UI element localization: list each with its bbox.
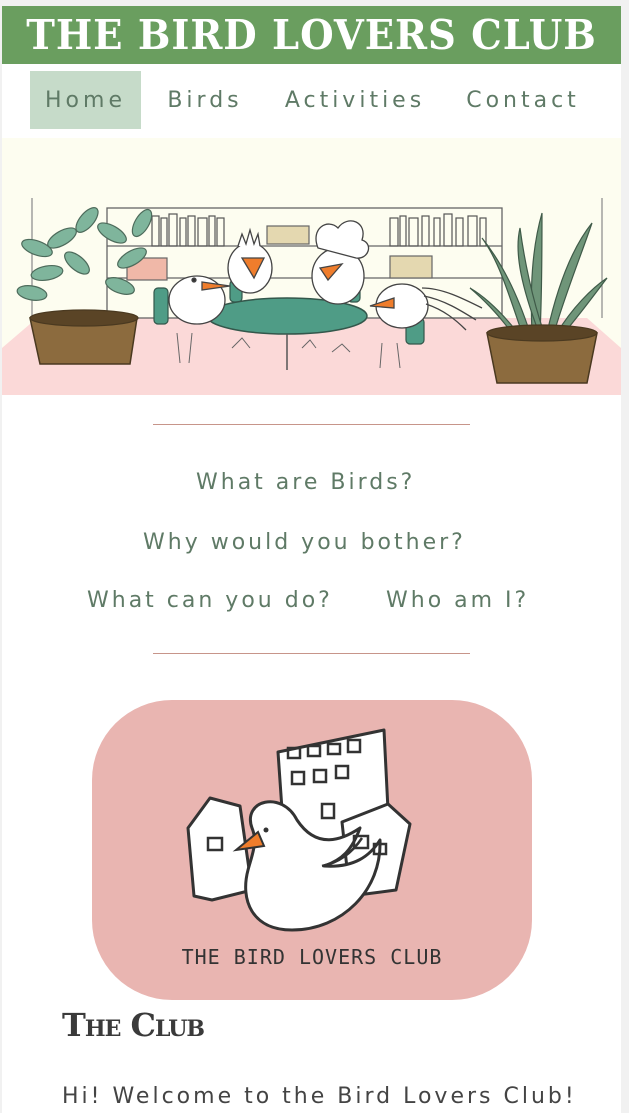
section-divider-top	[153, 424, 470, 425]
nav-item-activities[interactable]: Activities	[276, 71, 434, 129]
club-logo: THE BIRD LOVERS CLUB	[92, 700, 532, 1000]
link-what-can-you-do[interactable]: What can you do?	[87, 588, 333, 613]
logo-text: THE BIRD LOVERS CLUB	[182, 945, 443, 969]
main-nav: Home Birds Activities Contact	[2, 64, 621, 140]
link-who-am-i[interactable]: Who am I?	[386, 588, 529, 613]
site-banner: THE BIRD LOVERS CLUB	[2, 6, 621, 64]
nav-item-contact[interactable]: Contact	[458, 71, 588, 129]
site-title: THE BIRD LOVERS CLUB	[26, 11, 597, 59]
welcome-text: Hi! Welcome to the Bird Lovers Club!	[62, 1084, 577, 1109]
nav-item-birds[interactable]: Birds	[160, 71, 250, 129]
bird-and-houses-logo-icon: THE BIRD LOVERS CLUB	[182, 728, 443, 969]
nav-item-home[interactable]: Home	[30, 71, 141, 129]
birds-meeting-illustration-icon	[2, 198, 621, 395]
link-why-bother[interactable]: Why would you bother?	[143, 530, 466, 555]
link-what-are-birds[interactable]: What are Birds?	[196, 470, 415, 495]
hero-illustration	[2, 138, 621, 395]
page: THE BIRD LOVERS CLUB Home Birds Activiti…	[2, 6, 621, 1113]
section-divider-bottom	[153, 653, 470, 654]
section-heading: The Club	[62, 1006, 205, 1044]
